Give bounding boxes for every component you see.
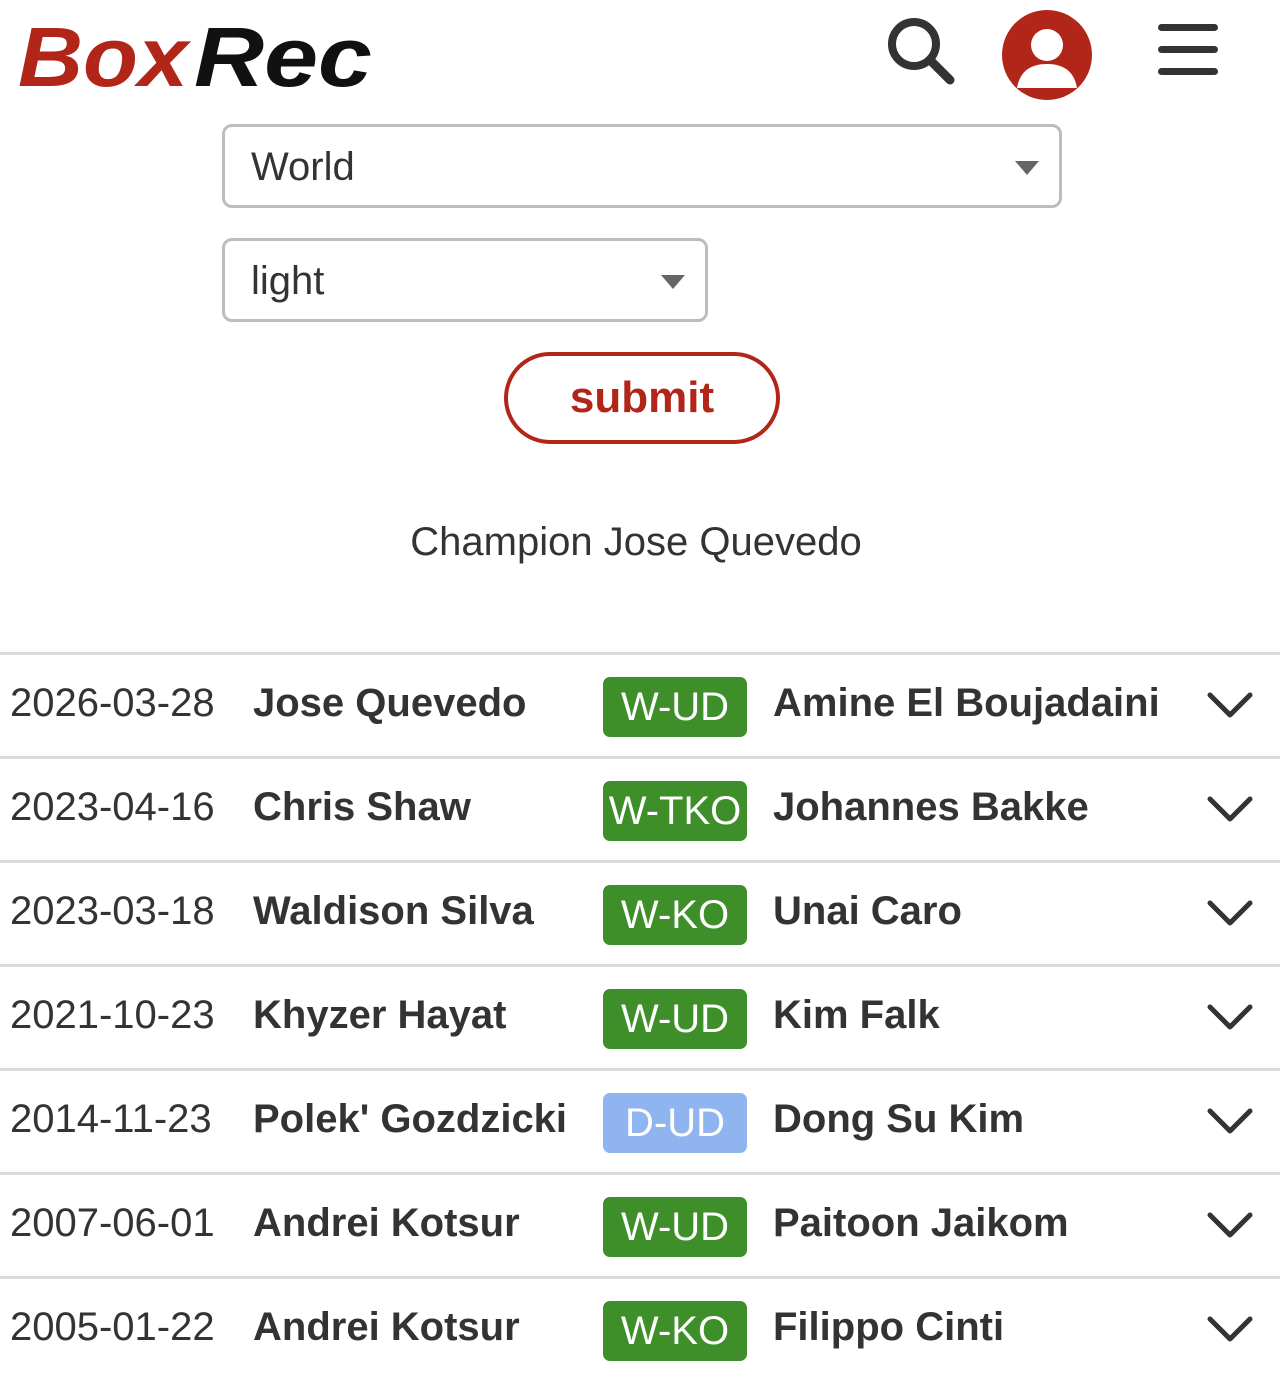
fighter-2-link[interactable]: Unai Caro [773, 889, 962, 934]
expand-chevron-icon[interactable] [1206, 1207, 1254, 1243]
boxrec-logo[interactable]: Box Rec [18, 14, 378, 96]
logo-box-text: Box [18, 14, 192, 96]
dropdown-arrow-icon [661, 275, 685, 289]
expand-chevron-icon[interactable] [1206, 895, 1254, 931]
menu-button[interactable] [1156, 22, 1220, 78]
fighter-2-link[interactable]: Paitoon Jaikom [773, 1201, 1069, 1246]
result-badge: W-UD [603, 1197, 747, 1257]
fight-date: 2023-04-16 [10, 785, 215, 829]
champion-text: Champion Jose Quevedo [410, 520, 862, 564]
expand-chevron-icon[interactable] [1206, 999, 1254, 1035]
fight-row[interactable]: 2023-04-16 Chris Shaw W-TKO Johannes Bakke [0, 756, 1280, 860]
fight-date: 2007-06-01 [10, 1201, 215, 1245]
fighter-2-link[interactable]: Johannes Bakke [773, 785, 1089, 830]
result-badge: D-UD [603, 1093, 747, 1153]
result-badge: W-UD [603, 677, 747, 737]
result-badge: W-KO [603, 1301, 747, 1361]
search-button[interactable] [884, 14, 958, 88]
header: Box Rec [0, 0, 1280, 110]
fighter-1-link[interactable]: Chris Shaw [253, 785, 471, 830]
dropdown-arrow-icon [1015, 161, 1039, 175]
fight-row[interactable]: 2007-06-01 Andrei Kotsur W-UD Paitoon Jaiko… [0, 1172, 1280, 1276]
expand-chevron-icon[interactable] [1206, 1311, 1254, 1347]
fight-row[interactable]: 2014-11-23 Polek' Gozdzicki D-UD Dong Su Ki… [0, 1068, 1280, 1172]
weight-class-select[interactable]: light [222, 238, 708, 322]
expand-chevron-icon[interactable] [1206, 791, 1254, 827]
fight-date: 2026-03-28 [10, 681, 215, 725]
fight-date: 2014-11-23 [10, 1097, 212, 1141]
fighter-1-link[interactable]: Jose Quevedo [253, 681, 526, 726]
fighter-2-link[interactable]: Kim Falk [773, 993, 940, 1038]
fight-date: 2005-01-22 [10, 1305, 215, 1349]
fight-date: 2023-03-18 [10, 889, 215, 933]
result-badge: W-KO [603, 885, 747, 945]
fight-row[interactable]: 2023-03-18 Waldison Silva W-KO Unai Caro [0, 860, 1280, 964]
region-select-value: World [251, 145, 355, 189]
fighter-2-link[interactable]: Filippo Cinti [773, 1305, 1004, 1350]
fighter-1-link[interactable]: Polek' Gozdzicki [253, 1097, 567, 1142]
search-icon [888, 18, 955, 85]
fighter-1-link[interactable]: Andrei Kotsur [253, 1305, 520, 1350]
user-account-button[interactable] [1000, 8, 1094, 102]
fighter-1-link[interactable]: Khyzer Hayat [253, 993, 506, 1038]
fight-row[interactable]: 2021-10-23 Khyzer Hayat W-UD Kim Falk [0, 964, 1280, 1068]
fighter-1-link[interactable]: Andrei Kotsur [253, 1201, 520, 1246]
logo-rec-text: Rec [194, 14, 372, 96]
result-badge: W-TKO [603, 781, 747, 841]
fighter-1-link[interactable]: Waldison Silva [253, 889, 534, 934]
region-select[interactable]: World [222, 124, 1062, 208]
expand-chevron-icon[interactable] [1206, 687, 1254, 723]
fighter-2-link[interactable]: Amine El Boujadaini [773, 681, 1160, 726]
result-badge: W-UD [603, 989, 747, 1049]
menu-icon [1158, 24, 1218, 75]
weight-class-select-value: light [251, 259, 325, 303]
expand-chevron-icon[interactable] [1206, 1103, 1254, 1139]
user-icon [1002, 10, 1092, 100]
fighter-2-link[interactable]: Dong Su Kim [773, 1097, 1024, 1142]
fight-row[interactable]: 2005-01-22 Andrei Kotsur W-KO Filippo Cinti [0, 1276, 1280, 1380]
fight-row[interactable]: 2026-03-28 Jose Quevedo W-UD Amine El Bouja… [0, 652, 1280, 756]
fight-list: 2026-03-28 Jose Quevedo W-UD Amine El Bouja… [0, 652, 1280, 1380]
submit-button[interactable]: submit [504, 352, 780, 444]
fight-date: 2021-10-23 [10, 993, 215, 1037]
